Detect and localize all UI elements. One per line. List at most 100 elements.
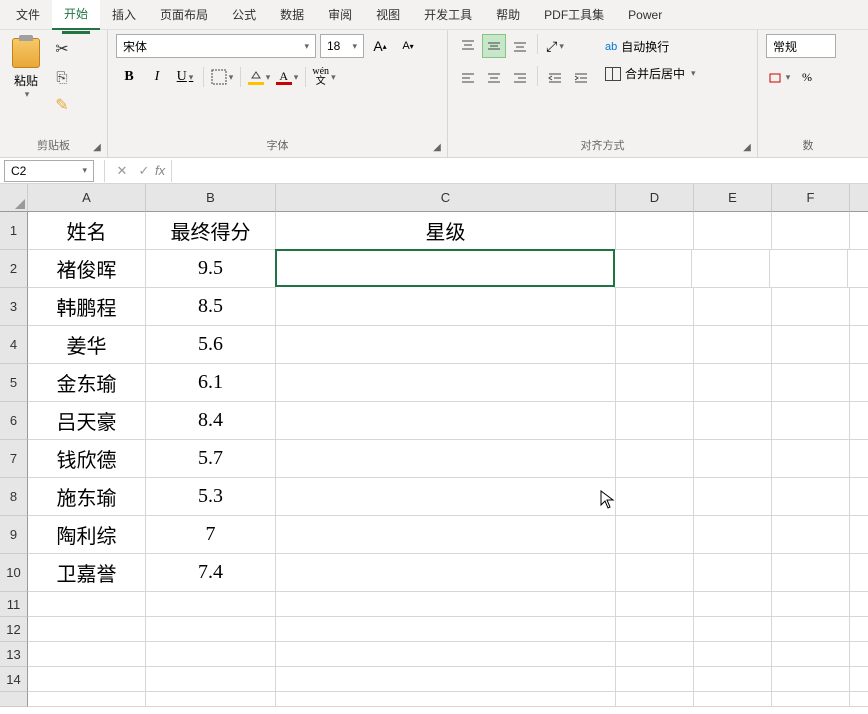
row-header-7[interactable]: 7 xyxy=(0,440,28,478)
percent-button[interactable]: % xyxy=(794,64,820,90)
clipboard-dialog-launcher[interactable]: ◢ xyxy=(90,140,104,154)
cell[interactable] xyxy=(694,478,772,516)
cell[interactable]: 8.5 xyxy=(146,288,276,326)
column-header-B[interactable]: B xyxy=(146,184,276,212)
cell[interactable] xyxy=(276,478,616,516)
cell[interactable]: 姜华 xyxy=(28,326,146,364)
cell[interactable] xyxy=(850,478,868,516)
name-box[interactable]: C2 ▾ xyxy=(4,160,94,182)
cell[interactable] xyxy=(772,642,850,667)
cell[interactable]: 姓名 xyxy=(28,212,146,250)
cell[interactable] xyxy=(276,440,616,478)
cell[interactable] xyxy=(850,554,868,592)
cell[interactable] xyxy=(850,364,868,402)
fx-icon[interactable]: fx xyxy=(155,163,165,178)
cell[interactable] xyxy=(276,364,616,402)
cell[interactable] xyxy=(850,667,868,692)
italic-button[interactable]: I xyxy=(144,64,170,90)
cell[interactable] xyxy=(694,554,772,592)
cell[interactable] xyxy=(276,402,616,440)
cell[interactable]: 5.3 xyxy=(146,478,276,516)
align-top-button[interactable] xyxy=(456,34,480,58)
cell[interactable] xyxy=(616,692,694,707)
align-right-button[interactable] xyxy=(508,66,532,90)
cell[interactable] xyxy=(28,592,146,617)
column-header-[interactable] xyxy=(850,184,868,212)
cell[interactable] xyxy=(28,667,146,692)
cell[interactable] xyxy=(694,212,772,250)
cell[interactable] xyxy=(772,667,850,692)
cell[interactable] xyxy=(616,592,694,617)
bold-button[interactable]: B xyxy=(116,64,142,90)
cell[interactable]: 钱欣德 xyxy=(28,440,146,478)
cell[interactable]: 5.7 xyxy=(146,440,276,478)
alignment-dialog-launcher[interactable]: ◢ xyxy=(740,140,754,154)
align-left-button[interactable] xyxy=(456,66,480,90)
accounting-format-button[interactable]: ▾ xyxy=(766,64,792,90)
fill-color-button[interactable]: ▾ xyxy=(246,64,272,90)
menu-tab-9[interactable]: 帮助 xyxy=(484,0,532,29)
column-header-F[interactable]: F xyxy=(772,184,850,212)
cell[interactable] xyxy=(694,440,772,478)
row-header-11[interactable]: 11 xyxy=(0,592,28,617)
menu-tab-2[interactable]: 插入 xyxy=(100,0,148,29)
cell[interactable] xyxy=(694,402,772,440)
decrease-indent-button[interactable] xyxy=(543,66,567,90)
cell[interactable] xyxy=(694,288,772,326)
row-header-[interactable] xyxy=(0,692,28,707)
cell[interactable] xyxy=(850,288,868,326)
cell[interactable] xyxy=(28,617,146,642)
cell[interactable] xyxy=(772,212,850,250)
cell[interactable] xyxy=(28,642,146,667)
cell[interactable] xyxy=(146,642,276,667)
cell[interactable] xyxy=(772,326,850,364)
cell[interactable] xyxy=(616,212,694,250)
cell[interactable] xyxy=(694,692,772,707)
cell[interactable] xyxy=(694,642,772,667)
cell[interactable]: 星级 xyxy=(276,212,616,250)
menu-tab-0[interactable]: 文件 xyxy=(4,0,52,29)
cell[interactable]: 金东瑜 xyxy=(28,364,146,402)
cell[interactable] xyxy=(772,478,850,516)
cell[interactable] xyxy=(616,478,694,516)
row-header-9[interactable]: 9 xyxy=(0,516,28,554)
row-header-10[interactable]: 10 xyxy=(0,554,28,592)
cell[interactable] xyxy=(850,402,868,440)
cut-button[interactable]: ✂ xyxy=(50,38,74,60)
cell[interactable]: 褚俊晖 xyxy=(28,250,146,288)
cell[interactable] xyxy=(614,250,692,288)
cell[interactable] xyxy=(850,326,868,364)
cell[interactable]: 7 xyxy=(146,516,276,554)
row-header-13[interactable]: 13 xyxy=(0,642,28,667)
cell[interactable]: 吕天豪 xyxy=(28,402,146,440)
cell[interactable] xyxy=(146,692,276,707)
orientation-button[interactable]: ⤢▾ xyxy=(543,34,567,58)
formula-input[interactable] xyxy=(171,160,868,182)
cell[interactable] xyxy=(694,364,772,402)
cell[interactable] xyxy=(616,617,694,642)
menu-tab-11[interactable]: Power xyxy=(616,2,674,28)
cell[interactable] xyxy=(850,212,868,250)
cell[interactable]: 9.5 xyxy=(146,250,276,288)
cell[interactable] xyxy=(694,516,772,554)
row-header-8[interactable]: 8 xyxy=(0,478,28,516)
menu-tab-6[interactable]: 审阅 xyxy=(316,0,364,29)
font-name-dropdown[interactable]: 宋体 ▾ xyxy=(116,34,316,58)
row-header-1[interactable]: 1 xyxy=(0,212,28,250)
select-all-corner[interactable] xyxy=(0,184,28,212)
menu-tab-10[interactable]: PDF工具集 xyxy=(532,0,616,29)
cell[interactable] xyxy=(616,364,694,402)
row-header-5[interactable]: 5 xyxy=(0,364,28,402)
cell[interactable] xyxy=(772,592,850,617)
menu-tab-1[interactable]: 开始 xyxy=(52,0,100,30)
increase-indent-button[interactable] xyxy=(569,66,593,90)
cell[interactable]: 8.4 xyxy=(146,402,276,440)
underline-button[interactable]: U▾ xyxy=(172,64,198,90)
cell[interactable] xyxy=(694,592,772,617)
row-header-4[interactable]: 4 xyxy=(0,326,28,364)
cell[interactable]: 最终得分 xyxy=(146,212,276,250)
row-header-12[interactable]: 12 xyxy=(0,617,28,642)
cell[interactable]: 陶利综 xyxy=(28,516,146,554)
cell[interactable] xyxy=(146,617,276,642)
cell[interactable] xyxy=(772,402,850,440)
